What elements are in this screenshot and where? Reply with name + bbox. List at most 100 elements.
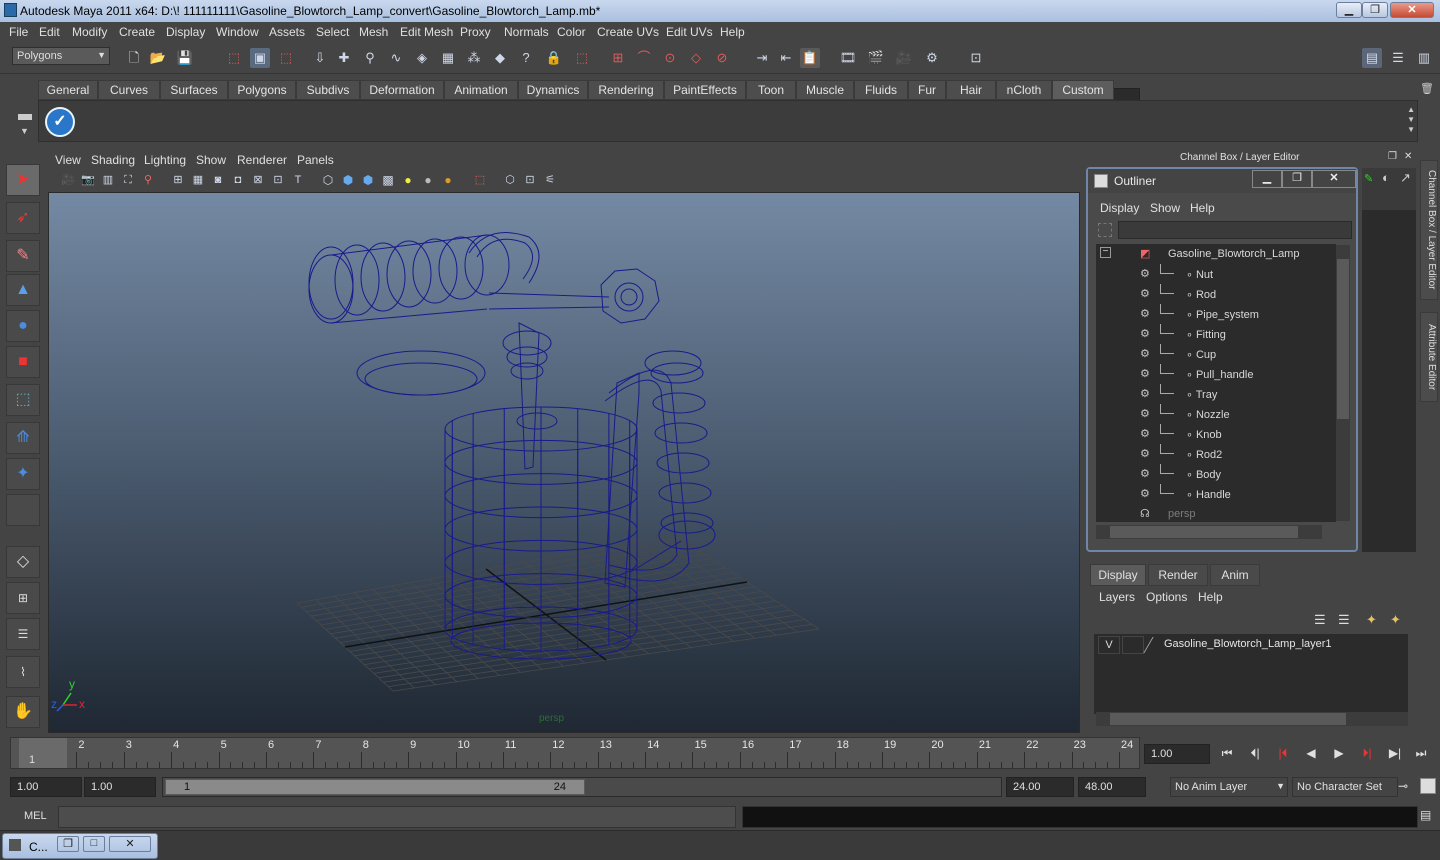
select-handles-icon[interactable]: ✚ xyxy=(334,48,354,68)
view-cube-icon[interactable]: ⊡ xyxy=(520,170,540,190)
outliner-row-child[interactable]: ⚙ ∘ Knob xyxy=(1096,424,1336,444)
camera-bookmark-icon[interactable]: 📷 xyxy=(78,170,98,190)
outliner-maximize-button[interactable]: ❐ xyxy=(1282,170,1312,188)
panel-menu-lighting[interactable]: Lighting xyxy=(144,153,186,167)
menu-create[interactable]: Create xyxy=(119,25,155,39)
construction-history-icon[interactable]: 📋 xyxy=(800,48,820,68)
graph-persp-layout-icon[interactable]: ⌇ xyxy=(6,656,40,688)
layer-visibility-toggle[interactable]: V xyxy=(1098,636,1120,654)
shelf-scroll-icon[interactable]: ▲ ▼ ▼ xyxy=(1407,105,1415,135)
film-gate-icon[interactable]: ⛶ xyxy=(118,170,138,190)
input-ops-icon[interactable]: ⇥ xyxy=(752,48,772,68)
mel-label[interactable]: MEL xyxy=(24,810,47,822)
layer-menu-layers[interactable]: Layers xyxy=(1099,590,1135,604)
key-icon[interactable]: ⊸ xyxy=(1398,779,1408,793)
render-settings-icon[interactable]: ⚙ xyxy=(922,48,942,68)
playback-end-field[interactable]: 24.00 xyxy=(1006,777,1074,797)
channel-box-toggle-icon[interactable]: ▤ xyxy=(1362,48,1382,68)
close-button[interactable]: ✕ xyxy=(1390,2,1434,18)
xray-icon[interactable]: ⊡ xyxy=(268,170,288,190)
lock-icon[interactable]: 🔒 xyxy=(544,48,564,68)
tab-polygons[interactable]: Polygons xyxy=(228,80,296,100)
channel-hyper-icon[interactable]: ↗ xyxy=(1400,170,1411,186)
tab-fluids[interactable]: Fluids xyxy=(854,80,908,100)
menu-color[interactable]: Color xyxy=(557,25,586,39)
select-surfaces-icon[interactable]: ◈ xyxy=(412,48,432,68)
show-manipulator-icon[interactable]: ✦ xyxy=(6,458,40,490)
outliner-persp-layout-icon[interactable]: ☰ xyxy=(6,618,40,650)
tab-general[interactable]: General xyxy=(38,80,98,100)
hud-icon[interactable]: ⚟ xyxy=(540,170,560,190)
select-joints-icon[interactable]: ⚲ xyxy=(360,48,380,68)
outliner-vertical-scrollbar[interactable] xyxy=(1336,245,1350,521)
minimize-button[interactable]: ▁ xyxy=(1336,2,1362,18)
tab-animation[interactable]: Animation xyxy=(444,80,518,100)
flat-shading-icon[interactable]: ◘ xyxy=(228,170,248,190)
select-dynamics-icon[interactable]: ⁂ xyxy=(464,48,484,68)
current-frame-field[interactable]: 1.00 xyxy=(1144,744,1210,764)
snap-point-icon[interactable]: ⊙ xyxy=(660,48,680,68)
minimized-restore-button[interactable]: ❐ xyxy=(57,836,79,852)
select-curves-icon[interactable]: ∿ xyxy=(386,48,406,68)
camera-attributes-icon[interactable]: 🎥 xyxy=(58,170,78,190)
script-editor-icon[interactable]: ▤ xyxy=(1420,808,1431,822)
tab-surfaces[interactable]: Surfaces xyxy=(160,80,228,100)
resolution-gate-icon[interactable]: ⚲ xyxy=(138,170,158,190)
outliner-row-child[interactable]: ⚙ ∘ Pipe_system xyxy=(1096,304,1336,324)
layer-horizontal-scrollbar[interactable] xyxy=(1096,712,1408,726)
outliner-menu-help[interactable]: Help xyxy=(1190,201,1215,215)
side-tab-channel-box[interactable]: Channel Box / Layer Editor xyxy=(1420,160,1438,300)
minimized-maximize-button[interactable]: □ xyxy=(83,836,105,852)
current-time-indicator[interactable]: 1 xyxy=(19,738,67,768)
single-pane-layout-icon[interactable]: ◇ xyxy=(6,546,40,578)
menu-create-uvs[interactable]: Create UVs xyxy=(597,25,659,39)
make-live-icon[interactable]: ⊘ xyxy=(712,48,732,68)
tab-curves[interactable]: Curves xyxy=(98,80,160,100)
panel-menu-shading[interactable]: Shading xyxy=(91,153,135,167)
animation-start-field[interactable]: 1.00 xyxy=(10,777,82,797)
menu-set-selector[interactable]: Polygons ▼ xyxy=(12,47,110,65)
outliner-row-child[interactable]: ⚙ ∘ Rod2 xyxy=(1096,444,1336,464)
bounding-box-icon[interactable]: ⊠ xyxy=(248,170,268,190)
four-pane-layout-icon[interactable]: ⊞ xyxy=(6,582,40,614)
last-tool-icon[interactable] xyxy=(6,494,40,526)
layer-display-type-toggle[interactable] xyxy=(1122,636,1144,654)
menu-proxy[interactable]: Proxy xyxy=(460,25,491,39)
outliner-row-child[interactable]: ⚙ ∘ Tray xyxy=(1096,384,1336,404)
select-component-icon[interactable]: ⬚ xyxy=(276,48,296,68)
animation-prefs-icon[interactable] xyxy=(1420,778,1436,794)
shadows-icon[interactable]: ● xyxy=(438,170,458,190)
snap-curve-icon[interactable]: ⌒ xyxy=(634,48,654,68)
menu-normals[interactable]: Normals xyxy=(504,25,549,39)
outliner-filter-input[interactable] xyxy=(1118,221,1352,239)
animation-end-field[interactable]: 48.00 xyxy=(1078,777,1146,797)
attribute-editor-toggle-icon[interactable]: ☰ xyxy=(1388,48,1408,68)
float-panel-icon[interactable]: ❐ xyxy=(1388,151,1397,162)
snap-grid-icon[interactable]: ⊞ xyxy=(608,48,628,68)
outliner-row-child[interactable]: ⚙ ∘ Handle xyxy=(1096,484,1336,504)
menu-mesh[interactable]: Mesh xyxy=(359,25,388,39)
select-deformations-icon[interactable]: ▦ xyxy=(438,48,458,68)
step-back-key-button[interactable]: ⏴| xyxy=(1244,746,1266,764)
smooth-shading-icon[interactable]: ◙ xyxy=(208,170,228,190)
select-tool-icon[interactable]: ➤ xyxy=(6,164,40,196)
maximize-button[interactable]: ❐ xyxy=(1362,2,1388,18)
outliner-row-child[interactable]: ⚙ ∘ Pull_handle xyxy=(1096,364,1336,384)
tab-fur[interactable]: Fur xyxy=(908,80,946,100)
go-to-end-button[interactable]: ⏭ xyxy=(1410,746,1432,764)
outliner-menu-show[interactable]: Show xyxy=(1150,201,1180,215)
channel-speed-icon[interactable]: ◐ xyxy=(1382,170,1390,185)
layer-tab-render[interactable]: Render xyxy=(1148,564,1208,586)
highlight-selection-icon[interactable]: ⬚ xyxy=(572,48,592,68)
lock-selection-icon[interactable]: ⇩ xyxy=(310,48,330,68)
cube-wire-on-shaded-icon[interactable]: ⬢ xyxy=(358,170,378,190)
menu-edit-mesh[interactable]: Edit Mesh xyxy=(400,25,453,39)
isolate-view-icon[interactable]: ⬡ xyxy=(500,170,520,190)
step-forward-frame-button[interactable]: ⏵| xyxy=(1356,746,1378,764)
default-light-icon[interactable]: ● xyxy=(398,170,418,190)
outliner-row-persp[interactable]: ☊ persp xyxy=(1096,504,1336,522)
menu-modify[interactable]: Modify xyxy=(72,25,107,39)
tab-painteffects[interactable]: PaintEffects xyxy=(664,80,746,100)
manipulator-tool-icon[interactable]: ⬚ xyxy=(6,384,40,416)
tab-toon[interactable]: Toon xyxy=(746,80,796,100)
